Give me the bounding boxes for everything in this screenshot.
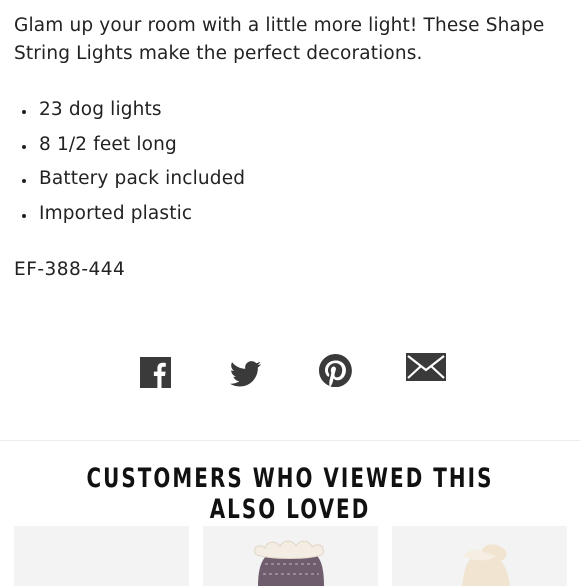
twitter-icon (229, 361, 262, 387)
feature-item: Imported plastic (14, 200, 245, 235)
slipper-sock-purple-image (254, 540, 324, 586)
feature-item: Battery pack included (14, 165, 245, 200)
recommendations-carousel (0, 526, 580, 586)
facebook-icon (140, 357, 171, 388)
product-card[interactable] (392, 526, 567, 586)
share-twitter-button[interactable] (229, 361, 262, 391)
share-bar (0, 348, 580, 396)
product-sku: EF-388-444 (14, 259, 126, 280)
product-card[interactable] (203, 526, 378, 586)
product-card[interactable] (14, 526, 189, 586)
share-pinterest-button[interactable] (319, 354, 352, 391)
feature-item: 8 1/2 feet long (14, 131, 245, 166)
product-description: Glam up your room with a little more lig… (14, 15, 545, 64)
share-facebook-button[interactable] (140, 357, 171, 392)
email-icon (406, 353, 446, 381)
feature-list: 23 dog lights 8 1/2 feet long Battery pa… (14, 96, 245, 234)
slipper-sock-cream-image (462, 544, 510, 586)
feature-item: 23 dog lights (14, 96, 245, 131)
section-divider (0, 440, 580, 441)
share-email-button[interactable] (406, 353, 446, 385)
pinterest-icon (319, 354, 352, 388)
recommendations-title: CUSTOMERS WHO VIEWED THIS ALSO LOVED (86, 463, 494, 525)
